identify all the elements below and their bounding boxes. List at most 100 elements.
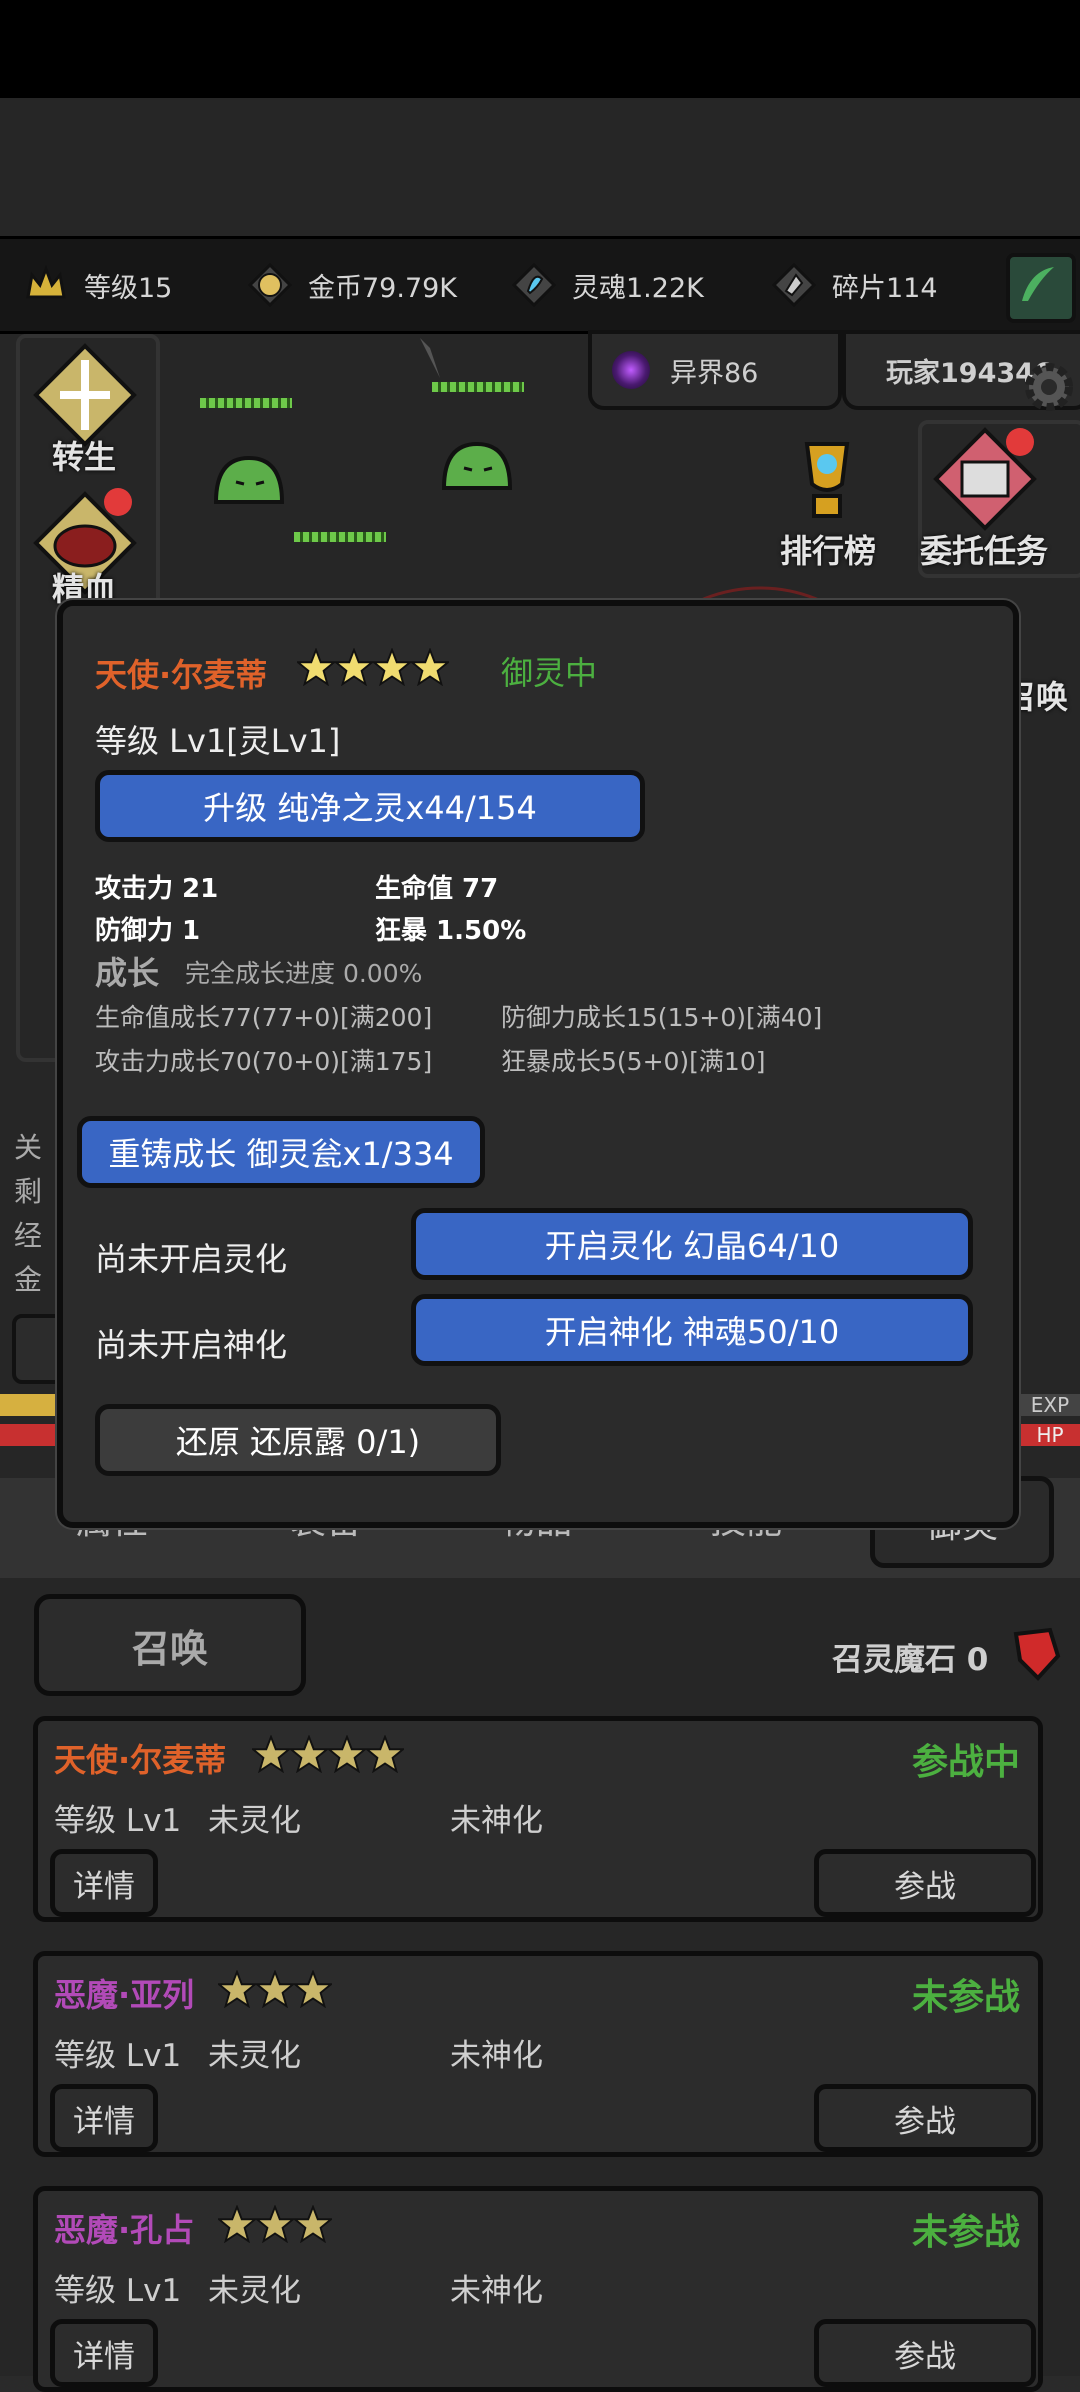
shard-text: 碎片114 [832,272,938,304]
crit-growth: 狂暴成长5(5+0)[满10] [501,1047,766,1076]
shard-resource[interactable]: 碎片114 [770,257,938,313]
star-icon [290,1735,328,1773]
crit-stat: 狂暴 1.50% [375,916,527,946]
card-spirit-state: 未灵化 [208,2273,301,2309]
crown-icon [26,264,66,299]
spirit-card: 恶魔·孔占 未参战 等级 Lv1 未灵化 未神化 详情 参战 [33,2186,1043,2392]
commission-label: 委托任务 [920,532,1049,570]
card-stars [218,1970,332,2008]
otherworld-tab[interactable]: 异界86 [588,330,842,410]
star-icon [218,2205,256,2243]
god-unlock-button[interactable]: 开启神化 神魂50/10 [411,1294,973,1366]
enemy-hp-bar [200,398,292,408]
soul-text: 灵魂1.22K [572,272,704,304]
shard-icon [771,262,817,308]
card-name: 恶魔·亚列 [54,1976,195,2014]
star-icon [297,648,335,686]
star-icon [335,648,373,686]
status-bar [0,0,1080,98]
summon-stone-icon [1013,1627,1061,1681]
vortex-icon [612,351,650,389]
star-rating [297,648,449,686]
attack-stat: 攻击力 21 [95,874,219,904]
hp-bar-left [0,1424,60,1446]
info-line-2: 剩 [14,1175,43,1208]
soul-resource[interactable]: 灵魂1.22K [510,257,704,313]
soul-icon [511,262,557,308]
rebirth-label: 转生 [52,438,117,476]
gold-resource[interactable]: 金币79.79K [246,257,457,313]
growth-title: 成长 [95,954,160,992]
spirit-unlock-button[interactable]: 开启灵化 幻晶64/10 [411,1208,973,1280]
restore-button[interactable]: 还原 还原露 0/1) [95,1404,501,1476]
star-icon [252,1735,290,1773]
card-level: 等级 Lv1 [54,2038,182,2074]
growth-progress: 完全成长进度 0.00% [185,959,423,988]
reforge-button[interactable]: 重铸成长 御灵瓮x1/334 [77,1116,485,1188]
gear-icon[interactable] [1018,356,1080,418]
god-unlock-label: 尚未开启神化 [95,1326,288,1364]
spirit-card: 天使·尔麦蒂 参战中 等级 Lv1 未灵化 未神化 详情 参战 [33,1716,1043,1922]
battle-button[interactable]: 参战 [814,1849,1036,1917]
slime-enemy[interactable] [212,452,286,506]
card-status: 未参战 [911,2212,1020,2253]
resource-bar: 等级15 金币79.79K 灵魂1.22K 碎片114 [0,236,1080,334]
battle-button[interactable]: 参战 [814,2319,1036,2387]
info-line-1: 关 [14,1131,43,1164]
spirit-unlock-label: 尚未开启灵化 [95,1240,288,1278]
card-stars [252,1735,404,1773]
enemy-hp-bar [432,382,524,392]
notification-dot [1006,428,1034,456]
skill-shortcut-button[interactable] [1006,253,1076,323]
hp-bar-label: HP [1020,1424,1080,1446]
card-level: 等级 Lv1 [54,2273,182,2309]
battle-button[interactable]: 参战 [814,2084,1036,2152]
spirit-name: 天使·尔麦蒂 [95,656,268,694]
gold-text: 金币79.79K [308,272,458,304]
card-spirit-state: 未灵化 [208,2038,301,2074]
card-name: 恶魔·孔占 [54,2211,195,2249]
card-god-state: 未神化 [450,2038,543,2074]
card-god-state: 未神化 [450,1803,543,1839]
detail-button[interactable]: 详情 [50,1849,158,1917]
star-icon [411,648,449,686]
card-name: 天使·尔麦蒂 [54,1741,227,1779]
detail-button[interactable]: 详情 [50,2319,158,2387]
info-line-3: 经 [14,1219,43,1252]
spirit-detail-modal: 天使·尔麦蒂 御灵中 等级 Lv1[灵Lv1] 升级 纯净之灵x44/154 攻… [57,600,1019,1528]
hp-growth: 生命值成长77(77+0)[满200] [95,1003,433,1032]
trophy-icon[interactable] [772,424,882,534]
attack-growth: 攻击力成长70(70+0)[满175] [95,1047,433,1076]
summon-stone-count: 召灵魔石 0 [832,1642,989,1678]
detail-button[interactable]: 详情 [50,2084,158,2152]
card-god-state: 未神化 [450,2273,543,2309]
slime-enemy[interactable] [440,438,514,492]
exp-bar-left [0,1394,60,1416]
level-text: 等级15 [84,272,173,304]
card-stars [218,2205,332,2243]
level-resource[interactable]: 等级15 [22,257,172,313]
hp-stat: 生命值 77 [375,874,499,904]
card-status: 未参战 [911,1977,1020,2018]
defense-growth: 防御力成长15(15+0)[满40] [501,1003,823,1032]
star-icon [373,648,411,686]
exp-bar-label: EXP [1020,1394,1080,1416]
enemy-hp-bar [294,532,386,542]
star-icon [294,1970,332,2008]
spirit-status: 御灵中 [501,654,598,692]
spirit-level: 等级 Lv1[灵Lv1] [95,722,341,760]
upgrade-button[interactable]: 升级 纯净之灵x44/154 [95,770,645,842]
star-icon [328,1735,366,1773]
card-status: 参战中 [911,1742,1020,1783]
leaf-icon [1022,267,1054,301]
spirit-card: 恶魔·亚列 未参战 等级 Lv1 未灵化 未神化 详情 参战 [33,1951,1043,2157]
card-spirit-state: 未灵化 [208,1803,301,1839]
info-line-4: 金 [14,1263,43,1296]
crack-decoration [420,338,440,378]
otherworld-label: 异界86 [670,357,759,389]
summon-button[interactable]: 召唤 [34,1594,306,1696]
card-level: 等级 Lv1 [54,1803,182,1839]
notification-dot [104,488,132,516]
star-icon [294,2205,332,2243]
star-icon [256,1970,294,2008]
